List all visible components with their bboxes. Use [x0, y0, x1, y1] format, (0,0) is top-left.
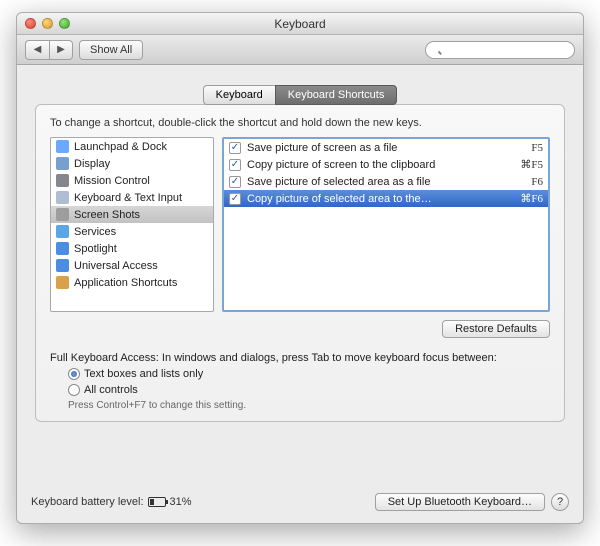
tab-keyboard[interactable]: Keyboard: [203, 85, 275, 105]
checkbox[interactable]: ✓: [229, 142, 241, 154]
category-item[interactable]: Launchpad & Dock: [51, 138, 213, 155]
category-icon: [56, 225, 69, 238]
category-icon: [56, 174, 69, 187]
pane-hint: To change a shortcut, double-click the s…: [50, 117, 550, 129]
radio-all-controls[interactable]: [68, 384, 80, 396]
category-item[interactable]: Keyboard & Text Input: [51, 189, 213, 206]
category-label: Application Shortcuts: [74, 277, 177, 289]
category-icon: [56, 191, 69, 204]
radio-text-boxes-label: Text boxes and lists only: [84, 368, 203, 380]
category-item[interactable]: Services: [51, 223, 213, 240]
category-item[interactable]: Screen Shots: [51, 206, 213, 223]
category-label: Spotlight: [74, 243, 117, 255]
toolbar: ◀ ▶ Show All: [17, 35, 583, 65]
bluetooth-keyboard-button[interactable]: Set Up Bluetooth Keyboard…: [375, 493, 545, 511]
minimize-icon[interactable]: [42, 18, 53, 29]
forward-button[interactable]: ▶: [49, 40, 73, 60]
radio-all-controls-label: All controls: [84, 384, 138, 396]
category-item[interactable]: Display: [51, 155, 213, 172]
category-icon: [56, 140, 69, 153]
category-label: Launchpad & Dock: [74, 141, 167, 153]
category-label: Universal Access: [74, 260, 158, 272]
window-title: Keyboard: [274, 17, 325, 31]
shortcut-row[interactable]: ✓ Save picture of screen as a file F5: [224, 139, 548, 156]
category-label: Display: [74, 158, 110, 170]
shortcuts-pane: To change a shortcut, double-click the s…: [35, 104, 565, 422]
shortcut-key[interactable]: ⌘F5: [520, 158, 543, 171]
category-item[interactable]: Spotlight: [51, 240, 213, 257]
shortcut-label: Save picture of selected area as a file: [247, 176, 525, 188]
shortcut-row[interactable]: ✓ Save picture of selected area as a file…: [224, 173, 548, 190]
category-icon: [56, 276, 69, 289]
back-button[interactable]: ◀: [25, 40, 49, 60]
category-list[interactable]: Launchpad & Dock Display Mission Control Ke…: [50, 137, 214, 312]
shortcut-key[interactable]: ⌘F6: [520, 192, 543, 205]
full-keyboard-access-label: Full Keyboard Access: In windows and dia…: [50, 352, 550, 364]
search-input[interactable]: [425, 41, 575, 59]
category-icon: [56, 208, 69, 221]
checkbox[interactable]: ✓: [229, 193, 241, 205]
battery-label: Keyboard battery level:: [31, 496, 144, 508]
checkbox[interactable]: ✓: [229, 159, 241, 171]
shortcut-key[interactable]: F5: [531, 142, 543, 154]
restore-defaults-button[interactable]: Restore Defaults: [442, 320, 550, 338]
shortcut-row[interactable]: ✓ Copy picture of screen to the clipboard…: [224, 156, 548, 173]
category-icon: [56, 157, 69, 170]
titlebar[interactable]: Keyboard: [17, 13, 583, 35]
tabs: Keyboard Keyboard Shortcuts: [35, 85, 565, 105]
shortcut-label: Copy picture of selected area to the…: [247, 193, 514, 205]
category-label: Screen Shots: [74, 209, 140, 221]
keyboard-access-hint: Press Control+F7 to change this setting.: [68, 400, 550, 411]
category-label: Services: [74, 226, 116, 238]
category-item[interactable]: Mission Control: [51, 172, 213, 189]
category-item[interactable]: Application Shortcuts: [51, 274, 213, 291]
shortcut-label: Copy picture of screen to the clipboard: [247, 159, 514, 171]
battery-percent: 31%: [170, 496, 192, 508]
close-icon[interactable]: [25, 18, 36, 29]
shortcut-label: Save picture of screen as a file: [247, 142, 525, 154]
preferences-window: Keyboard ◀ ▶ Show All Keyboard Keyboard …: [16, 12, 584, 524]
radio-text-boxes[interactable]: [68, 368, 80, 380]
show-all-button[interactable]: Show All: [79, 40, 143, 60]
category-icon: [56, 259, 69, 272]
shortcut-key[interactable]: F6: [531, 176, 543, 188]
help-button[interactable]: ?: [551, 493, 569, 511]
checkbox[interactable]: ✓: [229, 176, 241, 188]
shortcut-list[interactable]: ✓ Save picture of screen as a file F5 ✓ Copy…: [222, 137, 550, 312]
zoom-icon[interactable]: [59, 18, 70, 29]
category-label: Mission Control: [74, 175, 150, 187]
category-label: Keyboard & Text Input: [74, 192, 182, 204]
tab-shortcuts[interactable]: Keyboard Shortcuts: [275, 85, 398, 105]
search-icon: [425, 40, 575, 59]
category-item[interactable]: Universal Access: [51, 257, 213, 274]
category-icon: [56, 242, 69, 255]
footer: Keyboard battery level: 31% Set Up Bluet…: [31, 493, 569, 511]
shortcut-row[interactable]: ✓ Copy picture of selected area to the… ⌘F…: [224, 190, 548, 207]
battery-icon: [148, 497, 166, 507]
